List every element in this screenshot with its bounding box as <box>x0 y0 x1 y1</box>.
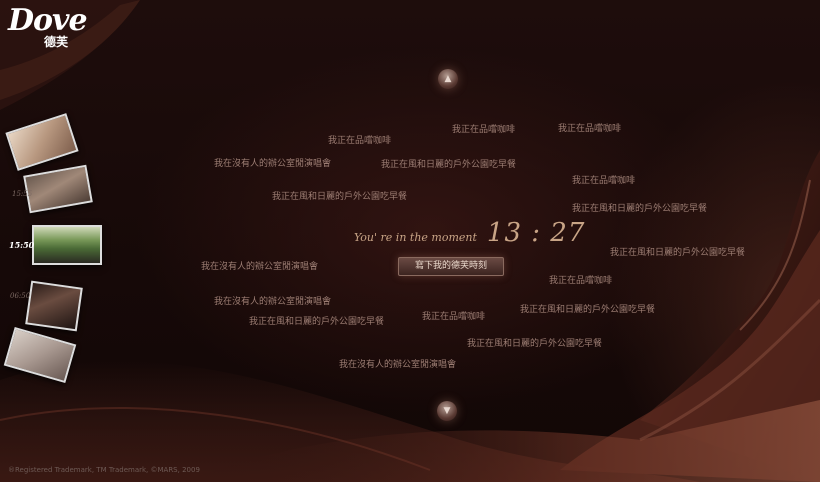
logo-wordmark: Dove <box>8 3 88 38</box>
phrase-item[interactable]: 我在沒有人的辦公室閒演唱會 <box>339 357 456 370</box>
timeline-thumb-2[interactable] <box>23 164 93 214</box>
phrase-item[interactable]: 我正在品嚐咖啡 <box>558 121 621 134</box>
scroll-down-button[interactable]: ▼ <box>437 401 457 421</box>
phrase-item[interactable]: 我正在風和日麗的戶外公園吃早餐 <box>467 336 602 349</box>
phrase-item[interactable]: 我正在風和日麗的戶外公園吃早餐 <box>272 189 407 202</box>
timeline-thumb-5[interactable] <box>3 326 77 384</box>
write-moment-button[interactable]: 寫下我的德芙時刻 <box>398 257 504 276</box>
logo-chinese: 德芙 <box>44 35 69 49</box>
timeline-thumb-4[interactable] <box>25 280 83 332</box>
timeline-time-4: 06:50 <box>10 292 31 300</box>
phrase-item[interactable]: 我正在風和日麗的戶外公園吃早餐 <box>610 245 745 258</box>
phrase-item[interactable]: 我正在品嚐咖啡 <box>422 309 485 322</box>
phrase-item[interactable]: 我正在風和日麗的戶外公園吃早餐 <box>381 157 516 170</box>
timeline-time-2: 15:55 <box>12 190 33 198</box>
moment-clock: 13 : 27 <box>486 218 586 248</box>
phrase-item[interactable]: 我正在品嚐咖啡 <box>452 122 515 135</box>
timeline-time-3: 15:50 <box>9 240 35 250</box>
moment-label: You' re in the moment <box>354 231 477 244</box>
phrase-item[interactable]: 我正在風和日麗的戶外公園吃早餐 <box>520 302 655 315</box>
scroll-up-button[interactable]: ▲ <box>438 69 458 89</box>
phrase-item[interactable]: 我在沒有人的辦公室閒演唱會 <box>214 156 331 169</box>
timeline-thumb-1[interactable] <box>5 113 79 171</box>
chevron-down-icon: ▼ <box>443 406 451 416</box>
phrase-item[interactable]: 我在沒有人的辦公室閒演唱會 <box>214 294 331 307</box>
stage: Dove 德芙 15:55 15:50 06:50 ▲ ▼ 我正在品嚐咖啡 我正… <box>0 0 820 482</box>
phrase-item[interactable]: 我正在品嚐咖啡 <box>328 133 391 146</box>
phrase-item[interactable]: 我正在品嚐咖啡 <box>572 173 635 186</box>
trademark-footer: ®Registered Trademark, TM Trademark, ©MA… <box>8 466 200 474</box>
dove-logo[interactable]: Dove 德芙 <box>8 3 88 50</box>
phrase-item[interactable]: 我正在風和日麗的戶外公園吃早餐 <box>249 314 384 327</box>
phrase-item[interactable]: 我正在風和日麗的戶外公園吃早餐 <box>572 201 707 214</box>
chevron-up-icon: ▲ <box>444 74 452 84</box>
phrase-item[interactable]: 我在沒有人的辦公室閒演唱會 <box>201 259 318 272</box>
moment-display: You' re in the moment 13 : 27 <box>354 218 585 248</box>
phrase-item[interactable]: 我正在品嚐咖啡 <box>549 273 612 286</box>
timeline-thumb-3-active[interactable] <box>32 225 102 265</box>
